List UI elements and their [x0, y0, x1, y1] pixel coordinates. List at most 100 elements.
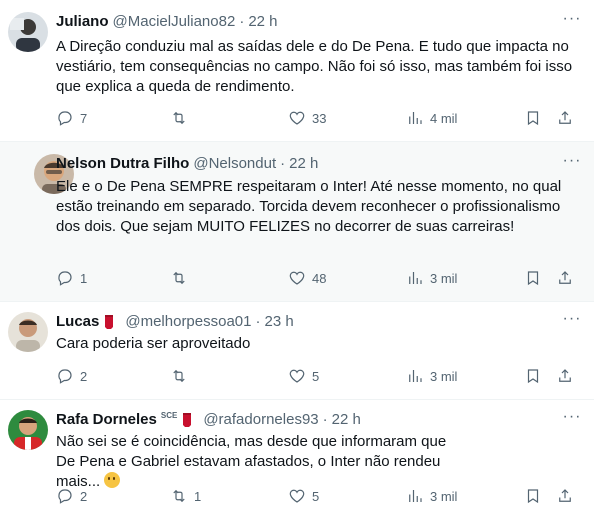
tweet-text: Cara poderia ser aproveitado [56, 335, 251, 352]
like-button[interactable]: 33 [288, 109, 326, 127]
timestamp[interactable]: 22 h [248, 12, 277, 32]
views-count: 3 mil [430, 368, 458, 384]
display-name[interactable]: Juliano [56, 12, 109, 32]
tweet[interactable]: Nelson Dutra Filho @Nelsondut · 22 h ···… [0, 142, 594, 302]
share-icon [559, 111, 571, 124]
reply-button[interactable]: 2 [56, 367, 87, 385]
user-handle[interactable]: @Nelsondut [193, 154, 276, 174]
like-count: 33 [312, 110, 327, 126]
more-icon[interactable]: ··· [562, 311, 582, 332]
timestamp[interactable]: 22 h [332, 410, 361, 430]
reply-count: 2 [80, 368, 88, 384]
inter-flag-icon [105, 315, 114, 329]
display-name[interactable]: Nelson Dutra Filho [56, 154, 189, 174]
tweet[interactable]: Lucas @melhorpessoa01 · 23 h ··· Cara po… [0, 302, 594, 400]
separator-dot: · [280, 155, 286, 172]
timestamp[interactable]: 22 h [289, 154, 318, 174]
bookmark-icon [527, 489, 539, 504]
separator-dot: · [239, 13, 245, 30]
retweet-button[interactable]: 1 [170, 487, 201, 505]
more-icon[interactable]: ··· [562, 153, 582, 174]
reply-icon [58, 111, 72, 126]
bookmark-button[interactable] [524, 269, 542, 287]
share-icon [559, 271, 571, 284]
views-icon [409, 370, 422, 382]
avatar[interactable] [8, 410, 48, 450]
views-count: 3 mil [430, 270, 458, 286]
like-button[interactable]: 48 [288, 269, 326, 287]
separator-dot: · [322, 411, 328, 428]
like-count: 5 [312, 368, 320, 384]
user-handle[interactable]: @melhorpessoa01 [125, 312, 251, 332]
bookmark-icon [527, 271, 539, 286]
reply-count: 1 [80, 270, 88, 286]
tweet-actions: 7 33 4 mil [56, 108, 581, 128]
tweet-actions: 1 48 3 mil [56, 268, 581, 288]
like-icon [289, 489, 305, 503]
share-button[interactable] [556, 487, 574, 505]
share-icon [559, 369, 571, 382]
retweet-icon [173, 489, 185, 503]
more-icon[interactable]: ··· [562, 409, 582, 430]
tweet-header: Rafa Dorneles SCE @rafadorneles93 · 22 h [56, 410, 361, 430]
affiliate-badge: SCE [160, 411, 178, 420]
tweet-text: A Direção conduziu mal as saídas dele e … [56, 38, 573, 95]
share-icon [559, 489, 571, 502]
views-button[interactable]: 3 mil [406, 367, 457, 385]
reply-count: 2 [80, 488, 88, 504]
tweet-actions: 2 5 3 mil [56, 366, 581, 386]
views-icon [409, 112, 422, 124]
retweet-button[interactable] [170, 367, 194, 385]
reply-button[interactable]: 2 [56, 487, 87, 505]
share-button[interactable] [556, 367, 574, 385]
bookmark-button[interactable] [524, 487, 542, 505]
views-button[interactable]: 4 mil [406, 109, 457, 127]
tweet-actions: 2 1 5 3 mil [56, 486, 581, 506]
reply-count: 7 [80, 110, 88, 126]
avatar[interactable] [8, 12, 48, 52]
like-icon [289, 369, 305, 383]
views-icon [409, 490, 422, 502]
bookmark-icon [527, 111, 539, 126]
retweet-button[interactable] [170, 109, 194, 127]
avatar[interactable] [8, 312, 48, 352]
separator-dot: · [255, 313, 261, 330]
tweet[interactable]: Rafa Dorneles SCE @rafadorneles93 · 22 h… [0, 400, 594, 518]
tweet-header: Lucas @melhorpessoa01 · 23 h [56, 312, 294, 332]
display-name[interactable]: Lucas [56, 312, 99, 332]
tweet-header: Nelson Dutra Filho @Nelsondut · 22 h [56, 154, 318, 174]
tweet-text: Ele e o De Pena SEMPRE respeitaram o Int… [56, 178, 562, 235]
retweet-count: 1 [194, 488, 202, 504]
bookmark-button[interactable] [524, 367, 542, 385]
inter-flag-icon [183, 413, 192, 427]
share-button[interactable] [556, 109, 574, 127]
tweet-text-wrap: Não sei se é coincidência, mas desde que… [56, 432, 456, 492]
retweet-icon [173, 369, 185, 383]
more-icon[interactable]: ··· [562, 11, 582, 32]
like-button[interactable]: 5 [288, 367, 319, 385]
views-count: 3 mil [430, 488, 458, 504]
reply-button[interactable]: 7 [56, 109, 87, 127]
views-count: 4 mil [430, 110, 458, 126]
views-button[interactable]: 3 mil [406, 487, 457, 505]
user-handle[interactable]: @rafadorneles93 [203, 410, 318, 430]
like-icon [289, 271, 305, 285]
reply-icon [58, 271, 72, 286]
reply-icon [58, 489, 72, 504]
tweet[interactable]: Juliano @MacielJuliano82 · 22 h ··· A Di… [0, 0, 594, 142]
bookmark-button[interactable] [524, 109, 542, 127]
like-button[interactable]: 5 [288, 487, 319, 505]
like-count: 5 [312, 488, 320, 504]
retweet-icon [173, 271, 185, 285]
share-button[interactable] [556, 269, 574, 287]
reply-feed: Juliano @MacielJuliano82 · 22 h ··· A Di… [0, 0, 594, 518]
display-name[interactable]: Rafa Dorneles [56, 410, 157, 430]
tweet-header: Juliano @MacielJuliano82 · 22 h [56, 12, 278, 32]
reply-button[interactable]: 1 [56, 269, 87, 287]
retweet-button[interactable] [170, 269, 194, 287]
user-handle[interactable]: @MacielJuliano82 [113, 12, 236, 32]
views-button[interactable]: 3 mil [406, 269, 457, 287]
timestamp[interactable]: 23 h [265, 312, 294, 332]
reply-icon [58, 369, 72, 384]
like-icon [289, 111, 305, 125]
